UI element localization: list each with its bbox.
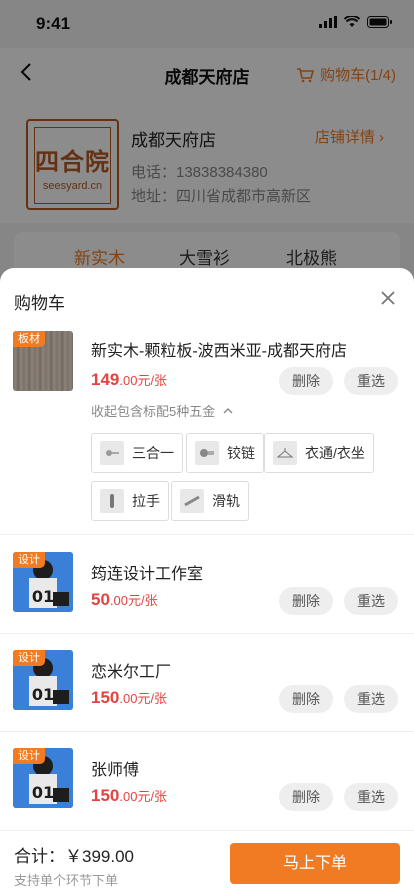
sheet-title: 购物车 bbox=[14, 294, 65, 313]
chevron-up-icon bbox=[223, 408, 233, 414]
item-name: 张师傅 bbox=[91, 762, 140, 779]
reselect-button[interactable]: 重选 bbox=[344, 783, 398, 811]
hardware-toggle-label: 收起包含标配5种五金 bbox=[91, 404, 216, 419]
hardware-chip[interactable]: 衣通/衣坐 bbox=[264, 433, 374, 473]
price-value: 150 bbox=[91, 688, 120, 707]
price-value: 149 bbox=[91, 370, 120, 389]
delete-button[interactable]: 删除 bbox=[279, 367, 333, 395]
hardware-chip[interactable]: 三合一 bbox=[91, 433, 183, 473]
reselect-button[interactable]: 重选 bbox=[344, 587, 398, 615]
category-badge: 板材 bbox=[13, 331, 45, 347]
item-name: 恋米尔工厂 bbox=[91, 664, 172, 681]
svg-text:01: 01 bbox=[32, 587, 54, 606]
item-name: 新实木-颗粒板-波西米亚-成都天府店 bbox=[91, 343, 347, 360]
reselect-button[interactable]: 重选 bbox=[344, 367, 398, 395]
cart-sheet: 购物车 板材 新实木-颗粒板-波西米亚-成都天府店 149.00元/张 删除 重… bbox=[0, 268, 414, 896]
hardware-label: 滑轨 bbox=[212, 493, 240, 509]
hardware-chip[interactable]: 拉手 bbox=[91, 481, 169, 521]
hardware-chip[interactable]: 铰链 bbox=[186, 433, 264, 473]
hardware-label: 衣通/衣坐 bbox=[305, 445, 365, 461]
divider bbox=[0, 731, 414, 732]
item-price: 149.00元/张 bbox=[91, 370, 167, 390]
close-icon[interactable] bbox=[380, 290, 396, 306]
category-badge: 设计 bbox=[13, 650, 45, 666]
reselect-button[interactable]: 重选 bbox=[344, 685, 398, 713]
hinge-icon bbox=[195, 441, 219, 465]
item-price: 150.00元/张 bbox=[91, 786, 167, 806]
item-price: 150.00元/张 bbox=[91, 688, 167, 708]
product-thumbnail: 01 设计 bbox=[13, 650, 73, 710]
checkout-bar: 合计：￥399.00 支持单个环节下单 马上下单 bbox=[0, 830, 414, 896]
product-thumbnail: 01 设计 bbox=[13, 552, 73, 612]
price-unit: .00元/张 bbox=[119, 373, 168, 388]
price-value: 50 bbox=[91, 590, 110, 609]
slide-rail-icon bbox=[180, 489, 204, 513]
checkout-note: 支持单个环节下单 bbox=[14, 873, 119, 888]
product-thumbnail: 板材 bbox=[13, 331, 73, 391]
hardware-toggle[interactable]: 收起包含标配5种五金 bbox=[91, 401, 233, 420]
divider bbox=[0, 633, 414, 634]
price-unit: .00元/张 bbox=[119, 789, 168, 804]
hardware-label: 三合一 bbox=[132, 445, 174, 461]
total-amount: 合计：￥399.00 bbox=[14, 847, 134, 866]
category-badge: 设计 bbox=[13, 748, 45, 764]
price-unit: .00元/张 bbox=[119, 691, 168, 706]
item-price: 50.00元/张 bbox=[91, 590, 158, 610]
handle-icon bbox=[100, 489, 124, 513]
delete-button[interactable]: 删除 bbox=[279, 685, 333, 713]
category-badge: 设计 bbox=[13, 552, 45, 568]
hardware-chip[interactable]: 滑轨 bbox=[171, 481, 249, 521]
item-name: 筠连设计工作室 bbox=[91, 566, 204, 583]
svg-text:01: 01 bbox=[32, 685, 54, 704]
hanger-icon bbox=[273, 441, 297, 465]
delete-button[interactable]: 删除 bbox=[279, 783, 333, 811]
place-order-button[interactable]: 马上下单 bbox=[230, 843, 400, 884]
product-thumbnail: 01 设计 bbox=[13, 748, 73, 808]
divider bbox=[0, 534, 414, 535]
hardware-label: 铰链 bbox=[227, 445, 255, 461]
price-unit: .00元/张 bbox=[109, 593, 158, 608]
price-value: 150 bbox=[91, 786, 120, 805]
hardware-label: 拉手 bbox=[132, 493, 160, 509]
svg-text:01: 01 bbox=[32, 783, 54, 802]
delete-button[interactable]: 删除 bbox=[279, 587, 333, 615]
connector-icon bbox=[100, 441, 124, 465]
